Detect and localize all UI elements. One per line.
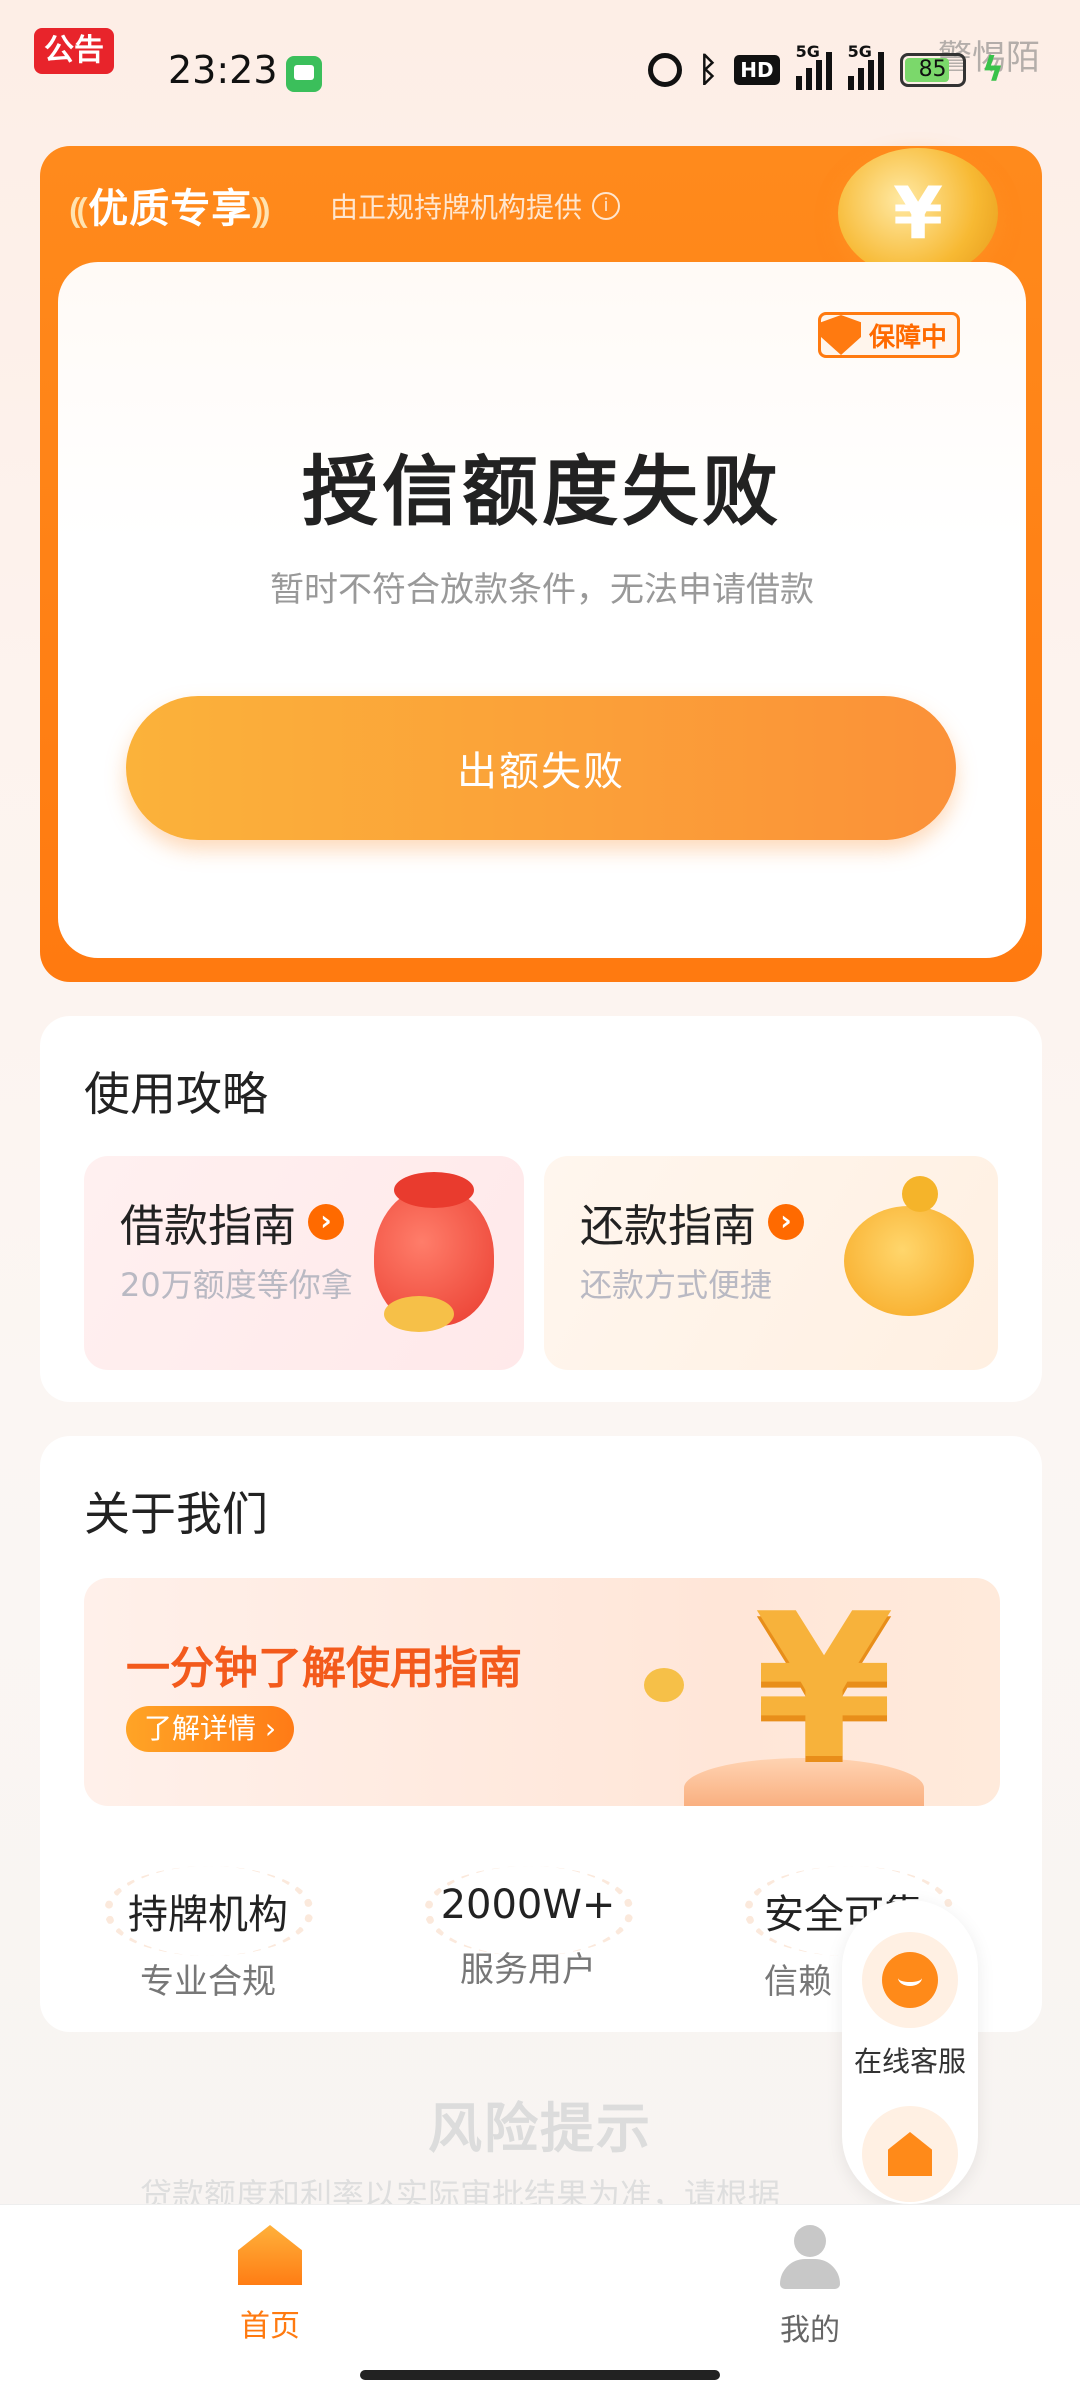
repay-guide-title: 还款指南 › <box>580 1190 804 1254</box>
bluetooth-icon: ᛒ <box>697 50 719 90</box>
borrow-guide-subtitle: 20万额度等你拿 <box>120 1266 353 1304</box>
info-icon[interactable]: i <box>592 192 621 220</box>
protection-badge: 保障中 <box>818 312 961 358</box>
announcement-badge[interactable]: 公告 <box>34 28 114 74</box>
chevron-right-icon: › <box>768 1204 804 1240</box>
nav-home-label: 首页 <box>240 2309 300 2344</box>
status-bar: 公告 23:23 警惕陌 ᛒ HD 5G 5G 85 ϟ <box>0 0 1080 140</box>
stat-label: 服务用户 <box>460 1950 596 1990</box>
signal-label: 5G <box>795 42 820 61</box>
credit-status-title: 授信额度失败 <box>302 447 782 536</box>
customer-service-icon[interactable] <box>862 1932 958 2028</box>
battery-level: 85 <box>918 57 947 82</box>
coins-icon <box>384 1296 454 1332</box>
signal-icon: 5G <box>795 42 832 90</box>
guide-banner[interactable]: 一分钟了解使用指南 了解详情 › ¥ <box>84 1578 1000 1806</box>
repay-guide-subtitle: 还款方式便捷 <box>580 1266 773 1304</box>
home-shortcut-icon[interactable] <box>862 2106 958 2202</box>
laurel-left-icon: ⸨ <box>70 191 89 231</box>
status-time: 23:23 <box>168 48 278 92</box>
gold-coin-icon: ¥ <box>838 148 998 278</box>
charging-icon: ϟ <box>981 50 1004 90</box>
nav-mine-label: 我的 <box>780 2313 840 2348</box>
battery-icon: 85 <box>899 53 966 87</box>
quota-failed-button[interactable]: 出额失败 <box>126 696 956 840</box>
coin-icon <box>644 1668 684 1702</box>
signal-icon: 5G <box>847 42 884 90</box>
alarm-icon <box>647 53 682 87</box>
borrow-guide-title: 借款指南 › <box>120 1190 344 1254</box>
laurel-right-icon: ⸩ <box>252 191 271 231</box>
yen-icon: ¥ <box>754 1578 894 1804</box>
about-us-title: 关于我们 <box>84 1487 268 1541</box>
status-icons: ᛒ HD 5G 5G 85 ϟ <box>647 42 1004 90</box>
provider-note-text: 由正规持牌机构提供 <box>330 191 583 224</box>
protection-badge-text: 保障中 <box>869 322 948 353</box>
credit-status-subtitle: 暂时不符合放款条件，无法申请借款 <box>270 570 814 610</box>
learn-more-button[interactable]: 了解详情 › <box>126 1706 295 1752</box>
nav-mine[interactable]: 我的 <box>710 2225 910 2349</box>
hd-voice-icon: HD <box>734 55 780 85</box>
home-icon <box>238 2225 302 2285</box>
repay-guide-tile[interactable]: 还款指南 › 还款方式便捷 <box>544 1156 998 1370</box>
signal-label: 5G <box>847 42 872 61</box>
stat-licensed: 持牌机构 专业合规 <box>78 1882 338 2003</box>
customer-service-label[interactable]: 在线客服 <box>842 2040 978 2080</box>
shield-icon <box>821 315 861 355</box>
stat-users: 2000W+ 服务用户 <box>398 1882 658 1991</box>
chevron-right-icon: › <box>308 1204 344 1240</box>
stat-value: 持牌机构 <box>128 1892 288 1938</box>
piggy-bank-icon <box>844 1176 974 1316</box>
premium-tab-title: ⸨优质专享⸩ <box>70 186 271 232</box>
user-icon <box>778 2225 842 2289</box>
provider-note: 由正规持牌机构提供 i <box>330 186 621 226</box>
stat-value: 2000W+ <box>440 1882 616 1928</box>
banner-title: 一分钟了解使用指南 <box>126 1643 522 1694</box>
usage-guide-title: 使用攻略 <box>84 1067 268 1121</box>
nav-home[interactable]: 首页 <box>170 2225 370 2345</box>
message-notification-icon <box>286 56 322 92</box>
borrow-guide-tile[interactable]: 借款指南 › 20万额度等你拿 <box>84 1156 524 1370</box>
stat-label: 专业合规 <box>140 1962 276 2002</box>
gesture-home-indicator[interactable] <box>360 2370 720 2380</box>
